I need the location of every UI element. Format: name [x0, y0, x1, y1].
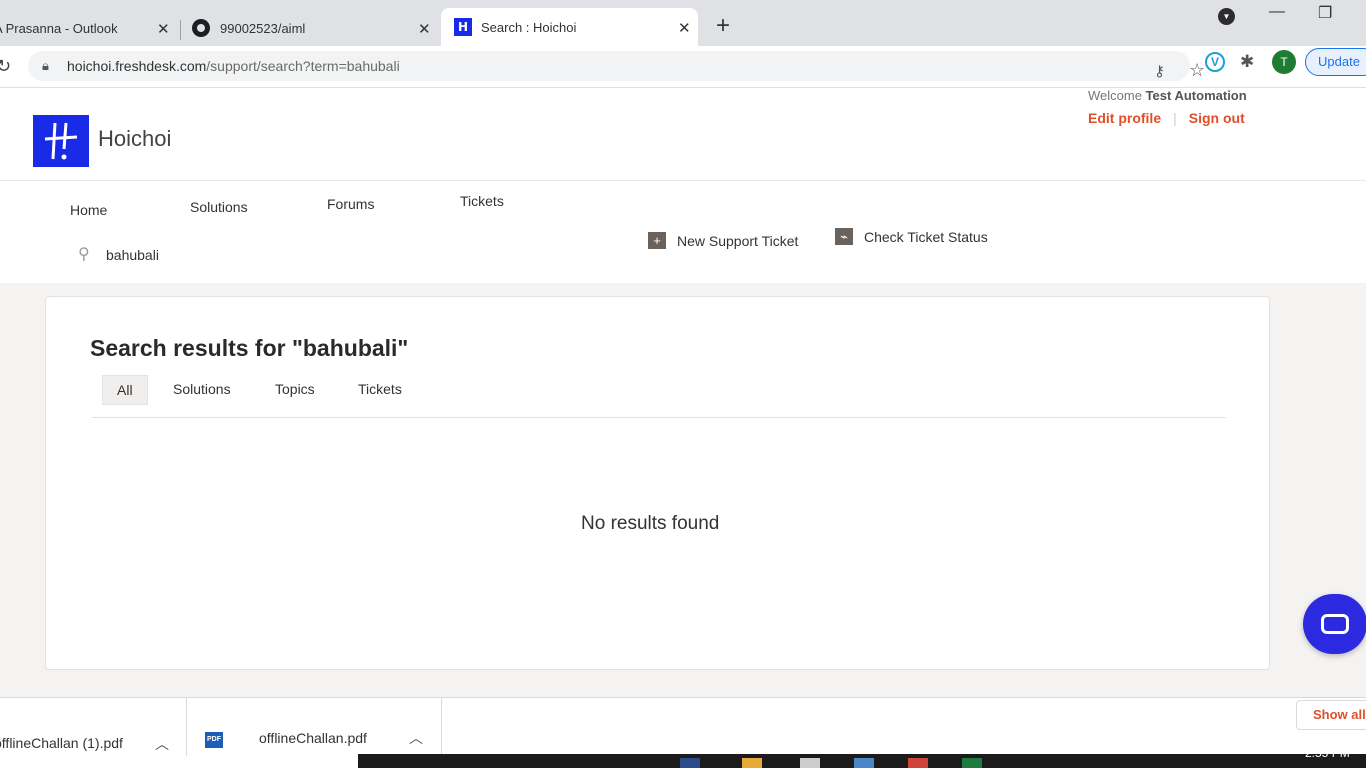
key-icon[interactable]: ⚷: [1154, 62, 1165, 80]
logo-mark-icon: [33, 115, 89, 167]
plus-icon: +: [648, 232, 666, 249]
avatar[interactable]: T: [1272, 50, 1296, 74]
star-icon[interactable]: ☆: [1189, 60, 1205, 81]
chat-widget-button[interactable]: [1303, 594, 1366, 654]
tab-tickets[interactable]: Tickets: [358, 381, 402, 397]
minimize-icon[interactable]: —: [1269, 3, 1285, 21]
extensions-icon[interactable]: ✱: [1240, 52, 1254, 72]
tab-topics[interactable]: Topics: [275, 381, 315, 397]
edit-profile-link[interactable]: Edit profile: [1088, 110, 1161, 126]
url-text: hoichoi.freshdesk.com/support/search?ter…: [67, 58, 400, 74]
check-status-label: Check Ticket Status: [864, 228, 988, 245]
restore-icon[interactable]: ❐: [1318, 3, 1332, 23]
hoichoi-logo[interactable]: [33, 115, 89, 167]
app-taskbar-icon[interactable]: [854, 758, 874, 768]
tabs-divider: [92, 417, 1226, 418]
chat-icon: [1321, 614, 1349, 634]
search-results-card: Search results for "bahubali" All Soluti…: [45, 296, 1270, 670]
empty-state-message: No results found: [581, 513, 720, 534]
tab-search-icon[interactable]: ▼: [1218, 8, 1235, 25]
brand-name: Hoichoi: [98, 126, 172, 151]
hoichoi-favicon-icon: H: [454, 18, 472, 36]
tab-github[interactable]: 99002523/aiml ✕: [182, 10, 442, 46]
system-clock: 2:55 PM: [1305, 746, 1350, 760]
download-filename: offlineChallan (1).pdf: [0, 735, 123, 751]
search-input[interactable]: [106, 244, 366, 266]
app-taskbar-icon[interactable]: [800, 758, 820, 768]
page-title: Search results for "bahubali": [90, 335, 409, 361]
address-bar[interactable]: 🔒︎ hoichoi.freshdesk.com/support/search?…: [28, 51, 1205, 81]
lock-icon[interactable]: 🔒︎: [42, 58, 49, 74]
welcome-text: Welcome Test Automation: [1088, 88, 1247, 103]
new-support-ticket-button[interactable]: + New Support Ticket: [648, 232, 798, 249]
link-separator: |: [1173, 110, 1177, 126]
nav-divider: [0, 180, 1366, 181]
sign-out-link[interactable]: Sign out: [1189, 110, 1245, 126]
portal-search: ⚲: [78, 244, 378, 268]
welcome-prefix: Welcome: [1088, 88, 1142, 103]
show-all-button[interactable]: Show all: [1296, 700, 1366, 730]
app-taskbar-icon[interactable]: [908, 758, 928, 768]
chrome-taskbar-icon[interactable]: [680, 758, 700, 768]
tab-hoichoi-search[interactable]: H Search : Hoichoi ✕: [441, 8, 698, 46]
download-item[interactable]: offlineChallan (1).pdf ︿: [0, 698, 187, 756]
nav-home[interactable]: Home: [70, 202, 107, 218]
tab-outlook[interactable]: A Prasanna - Outlook ✕: [0, 10, 180, 46]
download-filename: offlineChallan.pdf: [259, 730, 367, 746]
chevron-up-icon[interactable]: ︿: [409, 728, 423, 748]
chevron-up-icon[interactable]: ︿: [155, 734, 169, 754]
reload-icon[interactable]: ↻: [0, 56, 11, 77]
github-icon: [192, 19, 210, 37]
windows-taskbar: [358, 754, 1366, 768]
user-links: Edit profile | Sign out: [1088, 110, 1245, 126]
pulse-icon: ⌁: [835, 228, 853, 245]
pdf-icon: PDF: [205, 732, 223, 748]
nav-solutions[interactable]: Solutions: [190, 199, 248, 215]
portal-header: Welcome Test Automation Edit profile | Sig…: [0, 88, 1366, 283]
check-ticket-status-button[interactable]: ⌁ Check Ticket Status: [835, 228, 988, 245]
browser-tabstrip: A Prasanna - Outlook ✕ 99002523/aiml ✕ H…: [0, 0, 1366, 46]
tab-all[interactable]: All: [102, 375, 148, 405]
nav-forums[interactable]: Forums: [327, 196, 374, 212]
tab-title: 99002523/aiml: [220, 20, 306, 36]
update-button[interactable]: Update: [1305, 48, 1366, 76]
tab-title: Search : Hoichoi: [481, 19, 577, 35]
close-icon[interactable]: ✕: [418, 20, 431, 38]
nav-tickets[interactable]: Tickets: [460, 193, 504, 209]
new-tab-button[interactable]: +: [716, 12, 730, 40]
new-ticket-label: New Support Ticket: [677, 232, 799, 249]
folder-taskbar-icon[interactable]: [742, 758, 762, 768]
close-icon[interactable]: ✕: [678, 19, 691, 37]
user-name: Test Automation: [1145, 88, 1247, 103]
download-item[interactable]: PDF offlineChallan.pdf ︿: [187, 698, 442, 756]
excel-taskbar-icon[interactable]: [962, 758, 982, 768]
extension-v-icon[interactable]: V: [1205, 52, 1225, 72]
close-icon[interactable]: ✕: [157, 20, 170, 38]
tab-title: A Prasanna - Outlook: [0, 20, 118, 36]
browser-toolbar: ↻ 🔒︎ hoichoi.freshdesk.com/support/searc…: [0, 46, 1366, 88]
tab-separator: [180, 20, 181, 40]
url-path: /support/search?term=bahubali: [206, 58, 400, 74]
search-icon: ⚲: [78, 246, 90, 263]
tab-solutions[interactable]: Solutions: [173, 381, 231, 397]
url-host: hoichoi.freshdesk.com: [67, 58, 207, 74]
